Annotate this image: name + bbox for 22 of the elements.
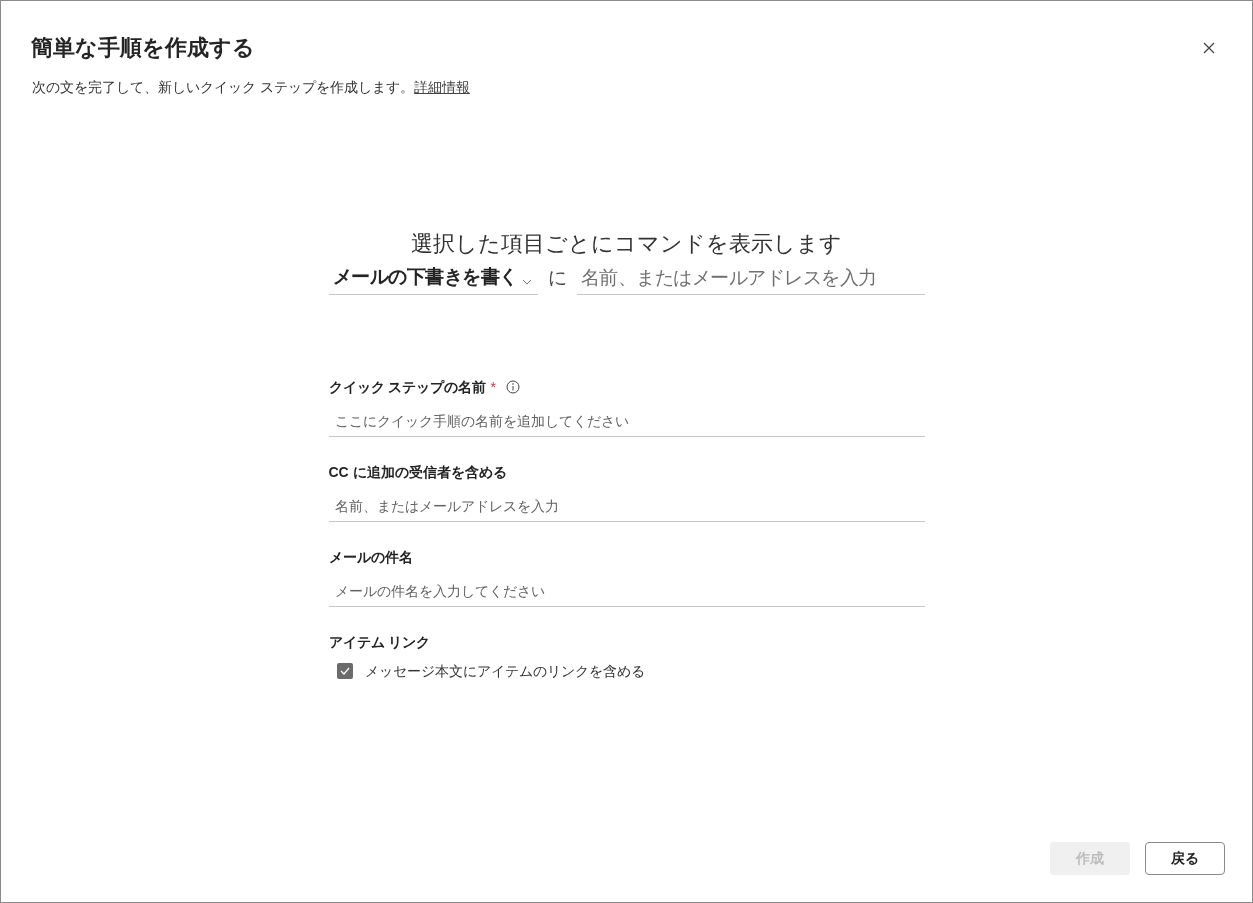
chevron-down-icon xyxy=(521,278,532,285)
dialog-title: 簡単な手順を作成する xyxy=(31,34,255,62)
field-label: メールの件名 xyxy=(328,547,413,567)
dialog-description: 次の文を完了して、新しいクイック ステップを作成します。詳細情報 xyxy=(31,78,471,97)
text-field[interactable]: 名前、またはメールアドレスを入力 xyxy=(328,490,925,522)
checkbox[interactable] xyxy=(336,663,353,679)
connector-text: に xyxy=(546,266,568,290)
info-icon[interactable] xyxy=(505,380,520,394)
field-label: クイック ステップの名前 xyxy=(328,377,487,397)
recipient-field[interactable]: 名前、またはメールアドレスを入力 xyxy=(576,261,925,295)
text-field[interactable]: ここにクイック手順の名前を追加してください xyxy=(328,405,925,437)
close-icon xyxy=(1202,41,1216,55)
dialog-button[interactable]: 戻る xyxy=(1145,842,1225,875)
text-field[interactable]: メールの件名を入力してください xyxy=(328,575,925,607)
field-label: CC に追加の受信者を含める xyxy=(328,462,507,482)
required-mark: * xyxy=(490,377,496,397)
checkbox-label: メッセージ本文にアイテムのリンクを含める xyxy=(364,661,645,681)
check-icon xyxy=(339,667,350,675)
command-heading: 選択した項目ごとにコマンドを表示します xyxy=(410,230,843,258)
field-label: アイテム リンク xyxy=(328,632,431,652)
action-dropdown[interactable]: メールの下書きを書く xyxy=(328,261,538,295)
learn-more-link[interactable]: 詳細情報 xyxy=(413,79,470,95)
